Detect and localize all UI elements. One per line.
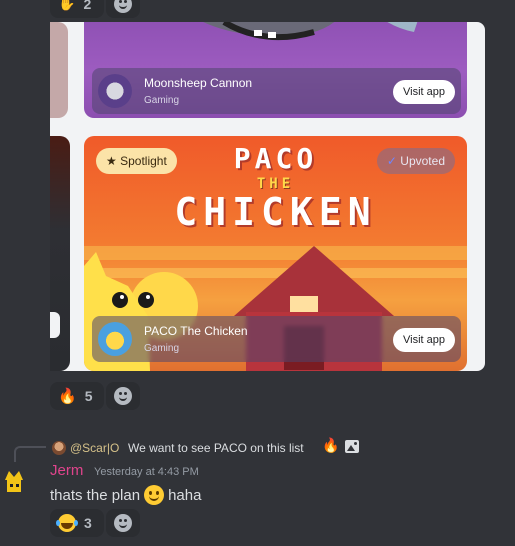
add-reaction-icon (114, 0, 132, 13)
app-info-bar: Moonsheep Cannon Gaming Visit app (92, 68, 461, 114)
reply-avatar[interactable] (52, 441, 66, 455)
reply-text[interactable]: We want to see PACO on this list (128, 441, 304, 455)
top-reaction[interactable]: ✋ 2 (50, 0, 104, 18)
add-reaction-button[interactable] (106, 0, 140, 18)
star-icon: ★ (106, 154, 117, 168)
reaction-count: 5 (84, 388, 93, 404)
fire-emoji-icon: 🔥 (322, 438, 340, 454)
add-reaction-button[interactable] (106, 382, 140, 410)
laugh-reaction[interactable]: 3 (50, 509, 104, 537)
title-chicken: CHICKEN (174, 190, 377, 234)
check-icon: ✓ (386, 154, 397, 168)
hand-emoji-icon: ✋ (58, 0, 76, 12)
left-card-detail (50, 312, 60, 338)
message-timestamp: Yesterday at 4:43 PM (94, 466, 199, 478)
reply-author[interactable]: @Scar|O (70, 441, 119, 455)
add-reaction-icon (114, 387, 132, 405)
fire-reaction[interactable]: 🔥 5 (50, 382, 104, 410)
spotlight-badge: ★ Spotlight (96, 148, 177, 174)
paco-logo (98, 322, 132, 356)
tears-of-joy-emoji-icon (56, 514, 78, 532)
add-reaction-icon (114, 514, 132, 532)
app-card-moonsheep[interactable]: Moonsheep Cannon Gaming Visit app (84, 22, 467, 118)
app-category: Gaming (144, 95, 180, 106)
moonsheep-logo (98, 74, 132, 108)
reaction-count: 3 (84, 515, 92, 531)
app-name: Moonsheep Cannon (144, 76, 253, 90)
upvoted-badge[interactable]: ✓ Upvoted (376, 148, 455, 174)
message-author[interactable]: Jerm (50, 462, 83, 479)
fire-emoji-icon: 🔥 (58, 387, 77, 405)
message-text-part: haha (168, 486, 202, 504)
add-reaction-button[interactable] (106, 509, 140, 537)
slight-smile-emoji-icon (144, 485, 165, 505)
reaction-count: 2 (83, 0, 92, 12)
embed-image[interactable]: Moonsheep Cannon Gaming Visit app PACO T… (50, 22, 485, 371)
crown-avatar-icon[interactable] (3, 468, 25, 494)
visit-app-button[interactable]: Visit app (393, 80, 455, 104)
app-name: PACO The Chicken (144, 324, 248, 338)
image-attachment-icon (345, 440, 359, 453)
reply-connector (14, 446, 46, 462)
visit-app-button[interactable]: Visit app (393, 328, 455, 352)
message-text: thats the plan haha (50, 485, 201, 505)
app-card-paco[interactable]: PACO THE CHICKEN ★ Spotlight ✓ Upvoted P… (84, 136, 467, 371)
left-card-top (50, 22, 68, 118)
app-info-bar: PACO The Chicken Gaming Visit app (92, 316, 461, 362)
message-text-part: thats the plan (50, 486, 141, 504)
app-category: Gaming (144, 343, 180, 354)
